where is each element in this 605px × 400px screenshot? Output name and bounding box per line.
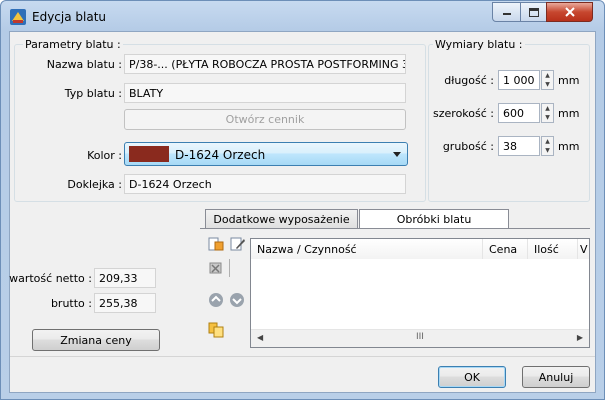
wymiary-group: Wymiary blatu : <box>428 38 590 202</box>
column-header-v[interactable]: V <box>578 239 589 259</box>
minimize-button[interactable] <box>492 2 521 22</box>
app-icon <box>10 9 26 25</box>
delete-icon[interactable] <box>208 260 224 276</box>
window-title: Edycja blatu <box>32 10 107 24</box>
dialog-window: Edycja blatu Parametry blatu : Nazwa bla… <box>0 0 605 400</box>
spin-up-icon[interactable]: ▲ <box>542 137 553 146</box>
doklejka-field[interactable]: D-1624 Orzech <box>124 174 406 194</box>
spin-down-icon[interactable]: ▼ <box>542 113 553 122</box>
dlugosc-input[interactable]: 1 000 <box>498 70 540 90</box>
tab-obrobki-blatu[interactable]: Obróbki blatu <box>359 209 509 229</box>
scroll-left-icon[interactable]: ◀ <box>257 333 263 342</box>
cancel-button[interactable]: Anuluj <box>522 366 590 388</box>
zmiana-ceny-button[interactable]: Zmiana ceny <box>32 329 160 351</box>
szerokosc-label: szerokość : <box>433 107 494 120</box>
spin-down-icon[interactable]: ▼ <box>542 146 553 155</box>
grubosc-spinner[interactable]: ▲ ▼ <box>541 136 554 156</box>
minimize-icon <box>502 13 511 15</box>
szerokosc-input[interactable]: 600 <box>498 103 540 123</box>
copy-icon[interactable] <box>208 322 224 338</box>
toolbar-separator <box>229 259 230 277</box>
title-bar[interactable]: Edycja blatu <box>1 1 604 31</box>
open-cennik-button[interactable]: Otwórz cennik <box>124 109 406 130</box>
nazwa-label: Nazwa blatu : <box>46 58 122 71</box>
spin-up-icon[interactable]: ▲ <box>542 71 553 80</box>
tab-dodatkowe-wyposazenie[interactable]: Dodatkowe wyposażenie <box>205 209 358 229</box>
close-icon <box>564 7 575 17</box>
typ-label: Typ blatu : <box>64 87 122 100</box>
kolor-swatch <box>129 146 169 162</box>
grubosc-unit: mm <box>558 140 580 153</box>
add-item-icon[interactable] <box>208 236 224 252</box>
obrobki-grid[interactable]: Nazwa / Czynność Cena Ilość V ◀ III ▶ <box>250 238 590 348</box>
footer-divider <box>10 356 595 357</box>
parametry-legend: Parametry blatu : <box>23 38 123 51</box>
typ-field[interactable]: BLATY <box>124 83 406 103</box>
brutto-label: brutto : <box>50 297 92 310</box>
maximize-button[interactable] <box>520 2 547 22</box>
edit-icon[interactable] <box>230 236 246 252</box>
spin-up-icon[interactable]: ▲ <box>542 104 553 113</box>
netto-field: 209,33 <box>94 268 156 288</box>
scroll-right-icon[interactable]: ▶ <box>577 333 583 342</box>
kolor-combo[interactable]: D-1624 Orzech <box>124 142 408 166</box>
grubosc-label: grubość : <box>442 140 494 153</box>
dlugosc-label: długość : <box>444 74 494 87</box>
move-up-icon[interactable] <box>208 292 224 308</box>
grubosc-input[interactable]: 38 <box>498 136 540 156</box>
close-button[interactable] <box>546 2 593 22</box>
column-header-nazwa[interactable]: Nazwa / Czynność <box>251 239 483 259</box>
wymiary-legend: Wymiary blatu : <box>433 38 525 51</box>
tab-divider <box>200 228 590 229</box>
szerokosc-spinner[interactable]: ▲ ▼ <box>541 103 554 123</box>
brutto-field: 255,38 <box>94 293 156 313</box>
nazwa-field[interactable]: P/38-... (PŁYTA ROBOCZA PROSTA POSTFORMI… <box>124 54 406 74</box>
maximize-icon <box>528 7 539 17</box>
horizontal-scrollbar[interactable]: ◀ III ▶ <box>251 329 589 347</box>
dialog-client-area: Parametry blatu : Nazwa blatu : P/38-...… <box>9 31 596 393</box>
kolor-label: Kolor : <box>87 149 122 162</box>
ok-button[interactable]: OK <box>438 366 506 388</box>
chevron-down-icon <box>393 152 401 157</box>
dlugosc-unit: mm <box>558 74 580 87</box>
move-down-icon[interactable] <box>229 292 245 308</box>
netto-label: wartość netto : <box>9 272 92 285</box>
column-header-ilosc[interactable]: Ilość <box>528 239 578 259</box>
dlugosc-spinner[interactable]: ▲ ▼ <box>541 70 554 90</box>
kolor-value: D-1624 Orzech <box>175 148 266 162</box>
spin-down-icon[interactable]: ▼ <box>542 80 553 89</box>
doklejka-label: Doklejka : <box>67 178 122 191</box>
szerokosc-unit: mm <box>558 107 580 120</box>
column-header-cena[interactable]: Cena <box>483 239 528 259</box>
scroll-thumb-grip[interactable]: III <box>416 332 424 342</box>
